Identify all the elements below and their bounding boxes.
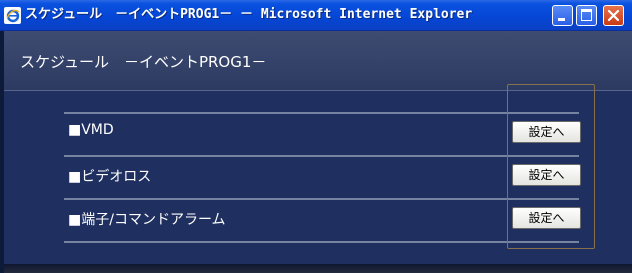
row-label-terminal-alarm: ■端子/コマンドアラーム — [68, 212, 226, 228]
row-label-video-loss: ■ビデオロス — [68, 169, 152, 185]
button-column-frame — [507, 84, 595, 249]
close-icon — [607, 9, 620, 22]
row-divider — [64, 198, 579, 200]
window-title: スケジュール －イベントPROG1－ － Microsoft Internet … — [25, 7, 473, 22]
minimize-button[interactable] — [552, 5, 573, 26]
row-label-vmd: ■VMD — [68, 122, 114, 138]
page-header: スケジュール －イベントPROG1－ — [4, 31, 632, 91]
close-button[interactable] — [603, 5, 624, 26]
maximize-button[interactable] — [576, 5, 597, 26]
minimize-icon — [558, 18, 565, 21]
row-divider — [64, 112, 579, 114]
page-title: スケジュール －イベントPROG1－ — [20, 53, 267, 71]
window-titlebar: スケジュール －イベントPROG1－ － Microsoft Internet … — [0, 0, 632, 31]
internet-explorer-icon — [4, 7, 21, 24]
row-divider — [64, 155, 579, 157]
maximize-icon — [581, 9, 592, 21]
footer-strip — [4, 264, 632, 273]
row-divider — [64, 241, 579, 243]
